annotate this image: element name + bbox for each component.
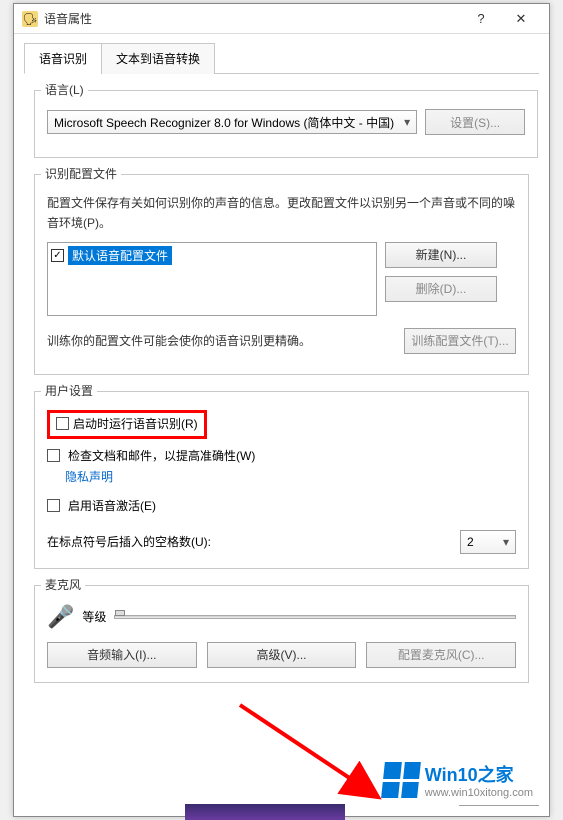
- speech-properties-dialog: 🗣 语音属性 ? ✕ 语音识别 文本到语音转换 语言(L) Microsoft …: [13, 3, 550, 817]
- advanced-button[interactable]: 高级(V)...: [207, 642, 357, 668]
- group-language: 语言(L) Microsoft Speech Recognizer 8.0 fo…: [34, 90, 538, 158]
- background-preview: [185, 804, 345, 820]
- group-microphone: 麦克风 🎤 等级 音频输入(I)... 高级(V)... 配置麦克风(C)...: [34, 585, 529, 683]
- level-label: 等级: [82, 608, 106, 625]
- legend-language: 语言(L): [41, 81, 88, 98]
- spaces-value: 2: [467, 535, 474, 549]
- run-at-startup-checkbox[interactable]: [56, 417, 69, 430]
- review-docs-label: 检查文档和邮件，以提高准确性(W): [68, 447, 255, 464]
- ok-button[interactable]: 确定: [459, 780, 539, 806]
- recognizer-value: Microsoft Speech Recognizer 8.0 for Wind…: [54, 114, 394, 131]
- profile-item-checkbox[interactable]: ✓: [51, 249, 64, 262]
- level-meter: [114, 615, 516, 619]
- settings-button[interactable]: 设置(S)...: [425, 109, 525, 135]
- tab-body: 语言(L) Microsoft Speech Recognizer 8.0 fo…: [24, 74, 539, 762]
- enable-activation-checkbox[interactable]: [47, 499, 60, 512]
- recognizer-select[interactable]: Microsoft Speech Recognizer 8.0 for Wind…: [47, 110, 417, 134]
- microphone-icon: 🎤: [47, 604, 74, 630]
- privacy-link[interactable]: 隐私声明: [65, 470, 113, 484]
- group-user-settings: 用户设置 启动时运行语音识别(R) 检查文档和邮件，以提高准确性(W) 隐私声明…: [34, 391, 529, 569]
- close-button[interactable]: ✕: [501, 5, 541, 33]
- content-area: 语音识别 文本到语音转换 语言(L) Microsoft Speech Reco…: [14, 34, 549, 770]
- tabstrip: 语音识别 文本到语音转换: [24, 42, 539, 74]
- train-description: 训练你的配置文件可能会使你的语音识别更精确。: [47, 332, 396, 349]
- highlight-run-at-startup: 启动时运行语音识别(R): [47, 410, 207, 439]
- tab-text-to-speech[interactable]: 文本到语音转换: [101, 43, 215, 74]
- speech-icon: 🗣: [22, 11, 38, 27]
- profile-item-default[interactable]: ✓ 默认语音配置文件: [51, 246, 373, 265]
- window-title: 语音属性: [44, 10, 461, 27]
- help-button[interactable]: ?: [461, 5, 501, 33]
- review-docs-checkbox[interactable]: [47, 449, 60, 462]
- spaces-label: 在标点符号后插入的空格数(U):: [47, 533, 452, 550]
- new-profile-button[interactable]: 新建(N)...: [385, 242, 497, 268]
- level-indicator: [115, 610, 125, 616]
- run-at-startup-label: 启动时运行语音识别(R): [73, 415, 198, 432]
- titlebar: 🗣 语音属性 ? ✕: [14, 4, 549, 34]
- legend-user-settings: 用户设置: [41, 382, 97, 399]
- legend-profiles: 识别配置文件: [41, 165, 121, 182]
- group-profiles: 识别配置文件 配置文件保存有关如何识别你的声音的信息。更改配置文件以识别另一个声…: [34, 174, 529, 375]
- train-profile-button[interactable]: 训练配置文件(T)...: [404, 328, 516, 354]
- legend-microphone: 麦克风: [41, 576, 85, 593]
- tab-speech-recognition[interactable]: 语音识别: [24, 43, 102, 74]
- delete-profile-button[interactable]: 删除(D)...: [385, 276, 497, 302]
- spaces-select[interactable]: 2: [460, 530, 516, 554]
- profiles-description: 配置文件保存有关如何识别你的声音的信息。更改配置文件以识别另一个声音或不同的噪音…: [47, 193, 516, 234]
- enable-activation-label: 启用语音激活(E): [68, 497, 156, 514]
- audio-input-button[interactable]: 音频输入(I)...: [47, 642, 197, 668]
- profile-item-label: 默认语音配置文件: [68, 246, 172, 265]
- profile-listbox[interactable]: ✓ 默认语音配置文件: [47, 242, 377, 316]
- configure-mic-button[interactable]: 配置麦克风(C)...: [366, 642, 516, 668]
